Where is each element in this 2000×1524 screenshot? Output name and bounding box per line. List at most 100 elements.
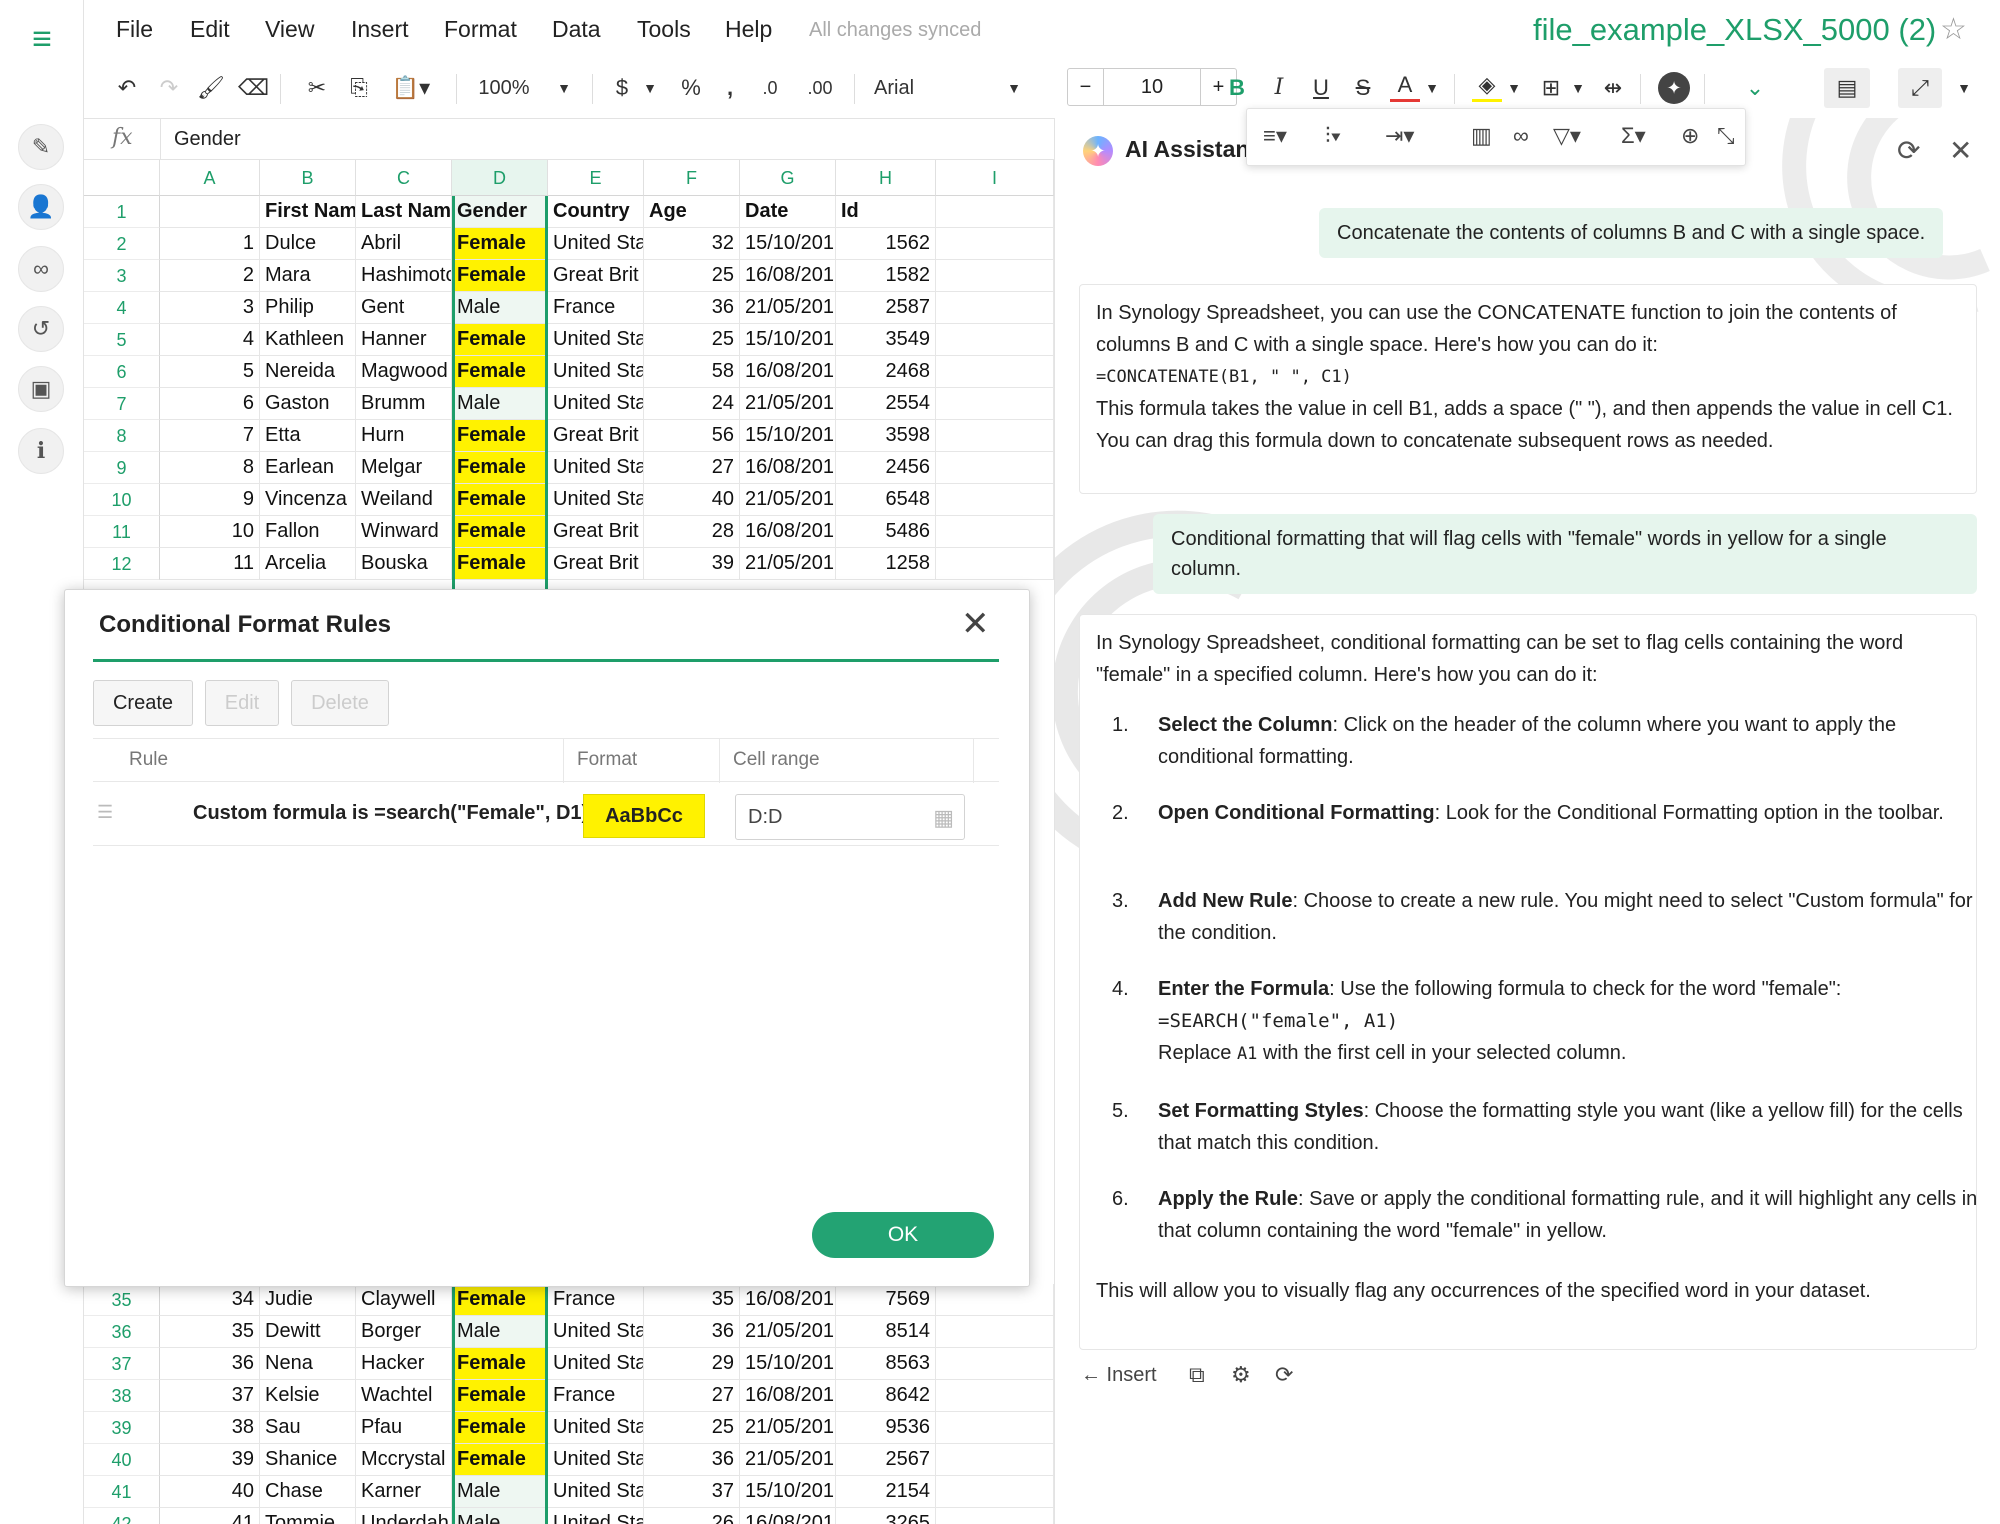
zoom-select[interactable]: 100% — [474, 68, 534, 108]
expand-toolbar-icon[interactable]: ⌄ — [1740, 68, 1770, 108]
row-header[interactable]: 41 — [84, 1476, 160, 1508]
table-cell[interactable]: Female — [452, 484, 548, 516]
row-header[interactable]: 38 — [84, 1380, 160, 1412]
table-cell[interactable]: Weiland — [356, 484, 452, 516]
table-cell[interactable]: 7569 — [836, 1284, 936, 1316]
column-header[interactable]: A — [160, 160, 260, 196]
chevron-down-icon[interactable]: ▼ — [1568, 68, 1588, 108]
table-cell[interactable]: Male — [452, 388, 548, 420]
create-button[interactable]: Create — [93, 680, 193, 726]
table-cell[interactable]: Chase — [260, 1476, 356, 1508]
table-cell[interactable]: Dulce — [260, 228, 356, 260]
chevron-down-icon[interactable]: ▼ — [1954, 68, 1974, 108]
table-cell[interactable]: 21/05/201 — [740, 548, 836, 580]
tag-icon[interactable]: ✎ — [18, 124, 64, 170]
header-cell[interactable]: Date — [740, 196, 836, 228]
table-cell[interactable]: Philip — [260, 292, 356, 324]
table-cell[interactable]: Female — [452, 548, 548, 580]
bold-button[interactable]: B — [1222, 68, 1252, 108]
table-cell[interactable]: United Sta — [548, 452, 644, 484]
table-cell[interactable]: 1582 — [836, 260, 936, 292]
table-cell[interactable] — [936, 1508, 1054, 1524]
column-header[interactable]: G — [740, 160, 836, 196]
row-header[interactable]: 10 — [84, 484, 160, 516]
table-cell[interactable]: Female — [452, 1348, 548, 1380]
table-cell[interactable]: Hashimoto — [356, 260, 452, 292]
table-cell[interactable]: 21/05/201 — [740, 484, 836, 516]
menu-data[interactable]: Data — [552, 16, 601, 43]
table-cell[interactable]: Hacker — [356, 1348, 452, 1380]
table-cell[interactable]: Male — [452, 1476, 548, 1508]
table-cell[interactable]: Nena — [260, 1348, 356, 1380]
table-cell[interactable]: 9 — [160, 484, 260, 516]
corner-cell[interactable] — [84, 160, 160, 196]
table-cell[interactable]: Female — [452, 1444, 548, 1476]
table-cell[interactable]: 6548 — [836, 484, 936, 516]
user-plus-icon[interactable]: 👤 — [18, 184, 64, 230]
vertical-align-icon[interactable]: ⫶▾ — [1325, 123, 1341, 149]
table-cell[interactable]: 16/08/201 — [740, 452, 836, 484]
table-cell[interactable]: 1 — [160, 228, 260, 260]
table-cell[interactable]: 2456 — [836, 452, 936, 484]
table-cell[interactable]: 4 — [160, 324, 260, 356]
table-cell[interactable]: Male — [452, 1508, 548, 1524]
column-header[interactable]: E — [548, 160, 644, 196]
table-cell[interactable]: Pfau — [356, 1412, 452, 1444]
star-icon[interactable]: ☆ — [1940, 12, 1967, 47]
table-cell[interactable] — [936, 260, 1054, 292]
table-cell[interactable]: 1562 — [836, 228, 936, 260]
row-header[interactable]: 6 — [84, 356, 160, 388]
close-icon[interactable]: ✕ — [961, 604, 990, 644]
row-header[interactable]: 1 — [84, 196, 160, 228]
insert-button[interactable]: ← Insert — [1081, 1364, 1157, 1387]
table-cell[interactable]: 27 — [644, 1380, 740, 1412]
font-size-decrease-button[interactable]: − — [1068, 69, 1104, 105]
table-cell[interactable]: 16/08/201 — [740, 1380, 836, 1412]
refresh-history-icon[interactable]: ⟳ — [1897, 134, 1920, 167]
table-cell[interactable]: 16/08/201 — [740, 1284, 836, 1316]
table-cell[interactable]: 2 — [160, 260, 260, 292]
table-cell[interactable]: 16/08/201 — [740, 1508, 836, 1524]
table-cell[interactable]: United Sta — [548, 1316, 644, 1348]
table-cell[interactable]: 2567 — [836, 1444, 936, 1476]
header-cell[interactable]: First Nam — [260, 196, 356, 228]
table-cell[interactable]: 3549 — [836, 324, 936, 356]
table-cell[interactable]: Kathleen — [260, 324, 356, 356]
italic-button[interactable]: I — [1264, 68, 1294, 108]
table-cell[interactable]: Sau — [260, 1412, 356, 1444]
row-header[interactable]: 2 — [84, 228, 160, 260]
copy-icon[interactable]: ⎘ — [344, 68, 374, 108]
column-header[interactable]: H — [836, 160, 936, 196]
table-cell[interactable]: Earlean — [260, 452, 356, 484]
menu-insert[interactable]: Insert — [351, 16, 409, 43]
menu-edit[interactable]: Edit — [190, 16, 230, 43]
menu-format[interactable]: Format — [444, 16, 517, 43]
row-header[interactable]: 5 — [84, 324, 160, 356]
header-cell[interactable] — [160, 196, 260, 228]
rule-row[interactable]: ☰ Custom formula is =search("Female", D1… — [93, 782, 999, 846]
table-cell[interactable] — [936, 1316, 1054, 1348]
header-cell[interactable]: Last Nam — [356, 196, 452, 228]
close-icon[interactable]: ✕ — [1949, 134, 1972, 167]
table-cell[interactable] — [936, 1476, 1054, 1508]
table-cell[interactable] — [936, 1412, 1054, 1444]
table-cell[interactable]: 58 — [644, 356, 740, 388]
link-icon[interactable]: ∞ — [1513, 123, 1529, 149]
table-cell[interactable]: 56 — [644, 420, 740, 452]
table-cell[interactable]: 3598 — [836, 420, 936, 452]
adjust-icon[interactable]: ⚙ — [1231, 1362, 1251, 1388]
table-cell[interactable]: 11 — [160, 548, 260, 580]
comma-button[interactable]: , — [720, 68, 740, 108]
table-cell[interactable]: Brumm — [356, 388, 452, 420]
table-cell[interactable]: 25 — [644, 1412, 740, 1444]
row-header[interactable]: 37 — [84, 1348, 160, 1380]
table-cell[interactable]: 5 — [160, 356, 260, 388]
table-cell[interactable]: Karner — [356, 1476, 452, 1508]
table-cell[interactable]: 10 — [160, 516, 260, 548]
table-cell[interactable]: 25 — [644, 324, 740, 356]
table-cell[interactable]: Winward — [356, 516, 452, 548]
table-cell[interactable]: 41 — [160, 1508, 260, 1524]
table-cell[interactable]: 32 — [644, 228, 740, 260]
row-header[interactable]: 7 — [84, 388, 160, 420]
table-cell[interactable]: United Sta — [548, 324, 644, 356]
